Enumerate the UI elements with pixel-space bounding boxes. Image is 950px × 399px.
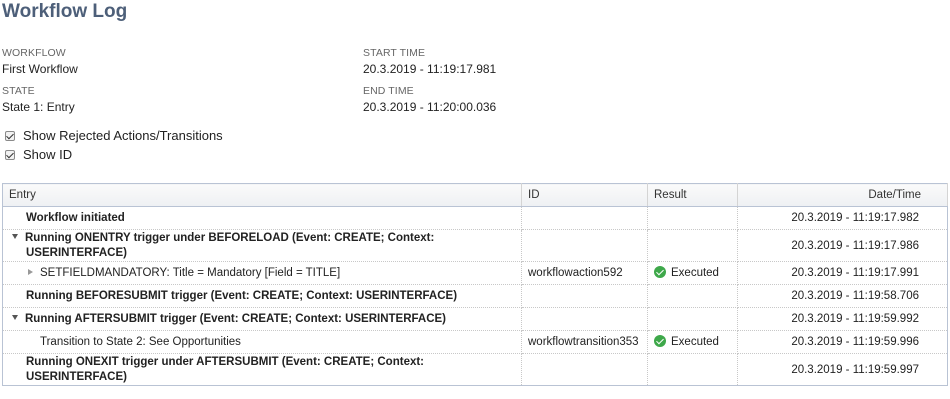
triangle-down-icon[interactable] xyxy=(12,314,18,320)
start-time-field: START TIME 20.3.2019 - 11:19:17.981 xyxy=(363,47,496,76)
entry-text: Workflow initiated xyxy=(26,211,125,224)
table-row: Running AFTERSUBMIT trigger (Event: CREA… xyxy=(2,307,948,331)
table-header-row: Entry ID Result Date/Time xyxy=(2,183,948,207)
column-header-id[interactable]: ID xyxy=(521,183,648,207)
result-cell xyxy=(647,229,738,262)
entry-text: Running ONEXIT trigger under AFTERSUBMIT… xyxy=(26,355,425,368)
column-header-datetime[interactable]: Date/Time xyxy=(737,183,948,207)
entry-text: Transition to State 2: See Opportunities xyxy=(40,335,241,348)
table-row: Running BEFORESUBMIT trigger (Event: CRE… xyxy=(2,284,948,308)
id-cell: workflowtransition353 xyxy=(521,330,648,354)
entry-text-continued: USERINTERFACE) xyxy=(26,370,127,383)
datetime-cell: 20.3.2019 - 11:19:58.706 xyxy=(737,284,948,308)
table-row: SETFIELDMANDATORY: Title = Mandatory [Fi… xyxy=(2,261,948,285)
triangle-down-icon[interactable] xyxy=(12,233,18,239)
workflow-value: First Workflow xyxy=(2,62,78,76)
page-title: Workflow Log xyxy=(2,1,128,22)
id-cell xyxy=(521,284,648,308)
datetime-cell: 20.3.2019 - 11:19:59.996 xyxy=(737,330,948,354)
end-time-label: END TIME xyxy=(363,85,414,97)
result-text: Executed xyxy=(671,267,719,280)
check-circle-icon xyxy=(654,334,666,347)
datetime-cell: 20.3.2019 - 11:19:59.997 xyxy=(737,353,948,386)
id-cell: workflowaction592 xyxy=(521,261,648,285)
show-rejected-label: Show Rejected Actions/Transitions xyxy=(23,128,223,143)
state-field: STATE State 1: Entry xyxy=(2,85,75,114)
datetime-cell: 20.3.2019 - 11:19:17.991 xyxy=(737,261,948,285)
show-rejected-checkbox[interactable]: Show Rejected Actions/Transitions xyxy=(5,128,223,143)
datetime-cell: 20.3.2019 - 11:19:59.992 xyxy=(737,307,948,331)
table-row: Transition to State 2: See Opportunities… xyxy=(2,330,948,354)
id-cell xyxy=(521,206,648,230)
entry-cell: SETFIELDMANDATORY: Title = Mandatory [Fi… xyxy=(2,261,522,285)
result-cell xyxy=(647,307,738,331)
result-cell xyxy=(647,206,738,230)
entry-cell: Transition to State 2: See Opportunities xyxy=(2,330,522,354)
entry-text: Running ONENTRY trigger under BEFORELOAD… xyxy=(25,231,435,244)
end-time-value: 20.3.2019 - 11:20:00.036 xyxy=(363,100,497,114)
entry-text: Running AFTERSUBMIT trigger (Event: CREA… xyxy=(25,312,447,325)
result-cell xyxy=(647,353,738,386)
workflow-label: WORKFLOW xyxy=(2,47,66,59)
entry-text: SETFIELDMANDATORY: Title = Mandatory [Fi… xyxy=(40,266,341,279)
workflow-field: WORKFLOW First Workflow xyxy=(2,47,78,76)
state-label: STATE xyxy=(2,85,35,97)
start-time-label: START TIME xyxy=(363,47,426,59)
column-header-entry[interactable]: Entry xyxy=(2,183,522,207)
triangle-right-icon[interactable] xyxy=(28,269,33,276)
id-cell xyxy=(521,307,648,331)
id-cell xyxy=(521,229,648,262)
entry-cell: Running BEFORESUBMIT trigger (Event: CRE… xyxy=(2,284,522,308)
datetime-cell: 20.3.2019 - 11:19:17.986 xyxy=(737,229,948,262)
table-row: Running ONEXIT trigger under AFTERSUBMIT… xyxy=(2,353,948,386)
entry-cell: Running ONEXIT trigger under AFTERSUBMIT… xyxy=(2,353,522,386)
entry-text-continued: USERINTERFACE) xyxy=(26,246,127,259)
column-header-result[interactable]: Result xyxy=(647,183,738,207)
start-time-value: 20.3.2019 - 11:19:17.981 xyxy=(363,62,497,76)
show-id-label: Show ID xyxy=(23,147,73,162)
table-row: Workflow initiated 20.3.2019 - 11:19:17.… xyxy=(2,206,948,230)
state-value: State 1: Entry xyxy=(2,100,75,114)
result-cell xyxy=(647,284,738,308)
result-text: Executed xyxy=(671,336,719,349)
checkbox-checked-icon[interactable] xyxy=(5,149,15,160)
show-id-checkbox[interactable]: Show ID xyxy=(5,147,72,162)
result-cell: Executed xyxy=(647,261,738,285)
result-cell: Executed xyxy=(647,330,738,354)
entry-text: Running BEFORESUBMIT trigger (Event: CRE… xyxy=(26,289,458,302)
entry-cell: Running AFTERSUBMIT trigger (Event: CREA… xyxy=(2,307,522,331)
entry-cell: Workflow initiated xyxy=(2,206,522,230)
datetime-cell: 20.3.2019 - 11:19:17.982 xyxy=(737,206,948,230)
checkbox-checked-icon[interactable] xyxy=(5,130,15,141)
id-cell xyxy=(521,353,648,386)
table-row: Running ONENTRY trigger under BEFORELOAD… xyxy=(2,229,948,262)
check-circle-icon xyxy=(654,265,666,278)
entry-cell: Running ONENTRY trigger under BEFORELOAD… xyxy=(2,229,522,262)
end-time-field: END TIME 20.3.2019 - 11:20:00.036 xyxy=(363,85,496,114)
workflow-log-table: Entry ID Result Date/Time Workflow initi… xyxy=(2,183,948,386)
